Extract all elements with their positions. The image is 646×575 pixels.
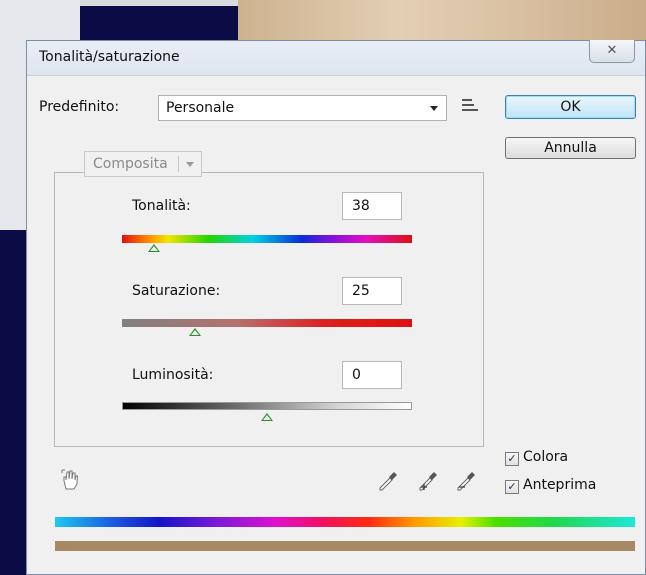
input-color-bar [55, 517, 635, 527]
lightness-slider-track[interactable] [122, 402, 412, 410]
preview-label: Anteprima [523, 477, 597, 493]
preset-options-icon[interactable] [458, 99, 478, 115]
saturation-slider-thumb[interactable] [188, 328, 201, 336]
cancel-button[interactable]: Annulla [505, 137, 636, 159]
chevron-down-icon [186, 162, 194, 167]
hue-slider-track[interactable] [122, 235, 412, 243]
output-color-bar [55, 541, 635, 551]
saturation-slider-track[interactable] [122, 319, 412, 327]
hue-label: Tonalità: [132, 198, 191, 214]
hue-saturation-dialog: Tonalità/saturazione ✕ Predefinito: Pers… [26, 40, 646, 575]
checkmark-icon: ✓ [507, 452, 517, 465]
lightness-input[interactable]: 0 [342, 361, 402, 389]
colorize-label: Colora [523, 449, 569, 465]
lightness-label: Luminosità: [132, 367, 214, 383]
preview-checkbox[interactable]: ✓ [505, 480, 519, 494]
targeted-adjustment-icon[interactable] [61, 469, 79, 491]
background-strip [80, 0, 238, 6]
background-photo [238, 0, 646, 40]
preset-select[interactable]: Personale [158, 95, 447, 121]
colorize-checkbox[interactable]: ✓ [505, 452, 519, 466]
channel-select[interactable]: Composita [84, 151, 202, 177]
eyedropper-minus-icon[interactable] [455, 469, 477, 491]
close-button[interactable]: ✕ [589, 40, 635, 63]
preset-value: Personale [166, 100, 235, 116]
ok-button[interactable]: OK [505, 95, 636, 119]
close-icon: ✕ [606, 43, 618, 58]
eyedropper-icon[interactable] [377, 469, 399, 491]
channel-value: Composita [93, 156, 168, 172]
hue-slider-thumb[interactable] [147, 244, 160, 252]
lightness-slider-thumb[interactable] [261, 413, 273, 421]
eyedropper-plus-icon[interactable] [417, 469, 439, 491]
preset-label: Predefinito: [39, 99, 120, 115]
chevron-down-icon [430, 106, 438, 111]
hue-input[interactable]: 38 [342, 192, 402, 220]
saturation-input[interactable]: 25 [342, 277, 402, 305]
title-bar: Tonalità/saturazione ✕ [27, 40, 645, 76]
checkmark-icon: ✓ [507, 480, 517, 493]
dialog-title: Tonalità/saturazione [39, 49, 180, 65]
saturation-label: Saturazione: [132, 283, 221, 299]
